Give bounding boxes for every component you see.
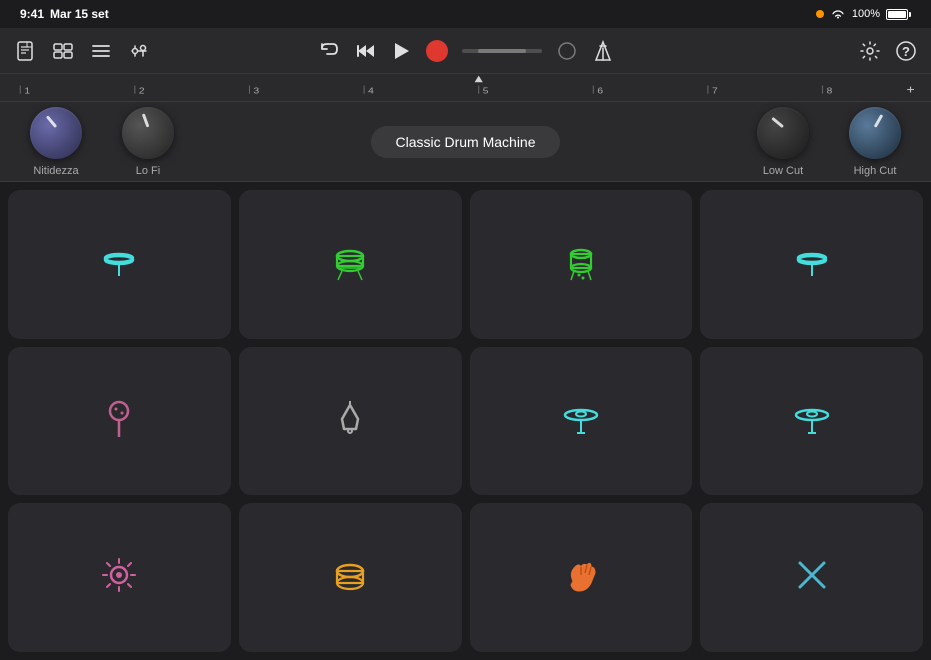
highcut-knob-group: High Cut [849, 107, 901, 177]
metronome-button[interactable] [592, 40, 614, 62]
rewind-button[interactable] [354, 40, 376, 62]
svg-text:5: 5 [483, 87, 489, 96]
lowcut-knob[interactable] [757, 107, 809, 159]
svg-text:3: 3 [254, 87, 260, 96]
pads-row-3 [8, 503, 923, 652]
status-time-date: 9:41 Mar 15 set [20, 7, 109, 21]
pad-hihat2[interactable] [700, 190, 923, 339]
battery-icon [886, 9, 911, 20]
lofi-knob[interactable] [122, 107, 174, 159]
toolbar-right: ? [616, 40, 917, 62]
volume-slider[interactable] [462, 49, 542, 53]
svg-text:+: + [906, 83, 914, 96]
ruler: 1 2 3 4 5 6 7 8 + [0, 74, 931, 102]
record-circle-icon [426, 40, 448, 62]
svg-text:2: 2 [139, 87, 145, 96]
pad-sticks[interactable] [700, 503, 923, 652]
master-button[interactable] [556, 40, 578, 62]
hihat2-icon [790, 240, 834, 289]
help-button[interactable]: ? [895, 40, 917, 62]
lowcut-label: Low Cut [763, 165, 803, 177]
instrument-name-badge: Classic Drum Machine [214, 126, 717, 158]
toolbar-center [315, 40, 616, 62]
record-button[interactable] [426, 40, 448, 62]
pads-row-2 [8, 347, 923, 496]
nitidezza-knob-group: Nitidezza [30, 107, 82, 177]
play-button[interactable] [390, 40, 412, 62]
sticks-icon [790, 553, 834, 602]
list-button[interactable] [90, 40, 112, 62]
svg-text:7: 7 [712, 87, 718, 96]
nitidezza-knob[interactable] [30, 107, 82, 159]
snare-icon [328, 240, 372, 289]
cymbal-icon [559, 397, 603, 446]
hihat-closed-icon [97, 240, 141, 289]
controls-row: Nitidezza Lo Fi Classic Drum Machine Low… [0, 102, 931, 182]
toolbar-left [14, 40, 315, 62]
pad-cowbell2[interactable] [239, 347, 462, 496]
battery-text: 100% [852, 8, 880, 20]
volume-fill [478, 49, 526, 53]
document-button[interactable] [14, 40, 36, 62]
cymbal2-icon [790, 397, 834, 446]
wifi-icon [830, 8, 846, 20]
svg-text:?: ? [902, 44, 910, 59]
svg-text:1: 1 [24, 87, 30, 96]
date: Mar 15 set [50, 7, 109, 21]
pad-cymbal2[interactable] [700, 347, 923, 496]
lowcut-knob-group: Low Cut [757, 107, 809, 177]
pad-hihat-closed[interactable] [8, 190, 231, 339]
lofi-label: Lo Fi [136, 165, 160, 177]
pad-cymbal[interactable] [470, 347, 693, 496]
highcut-knob[interactable] [849, 107, 901, 159]
nitidezza-label: Nitidezza [33, 165, 78, 177]
siren-icon [97, 553, 141, 602]
settings-button[interactable] [859, 40, 881, 62]
lofi-knob-group: Lo Fi [122, 107, 174, 177]
tracks-button[interactable] [52, 40, 74, 62]
bassdrum-icon [328, 553, 372, 602]
pads-row-1 [8, 190, 923, 339]
instrument-name: Classic Drum Machine [371, 126, 559, 158]
highcut-label: High Cut [854, 165, 897, 177]
clap-icon [559, 553, 603, 602]
pad-clap[interactable] [470, 503, 693, 652]
cowbell2-icon [328, 397, 372, 446]
pad-maraca[interactable] [8, 347, 231, 496]
pads-area [0, 182, 931, 660]
pad-snare[interactable] [239, 190, 462, 339]
pad-bass-drum[interactable] [239, 503, 462, 652]
pad-cowbell[interactable] [470, 190, 693, 339]
svg-text:4: 4 [368, 87, 374, 96]
toolbar: ? [0, 28, 931, 74]
cowbell-icon [559, 240, 603, 289]
svg-text:6: 6 [597, 87, 603, 96]
time: 9:41 [20, 7, 44, 21]
status-bar: 9:41 Mar 15 set 100% [0, 0, 931, 28]
maraca-icon [97, 397, 141, 446]
undo-button[interactable] [318, 40, 340, 62]
mixer-button[interactable] [128, 40, 150, 62]
svg-text:8: 8 [827, 87, 833, 96]
orange-dot-icon [816, 10, 824, 18]
status-indicators: 100% [816, 8, 911, 20]
pad-siren[interactable] [8, 503, 231, 652]
